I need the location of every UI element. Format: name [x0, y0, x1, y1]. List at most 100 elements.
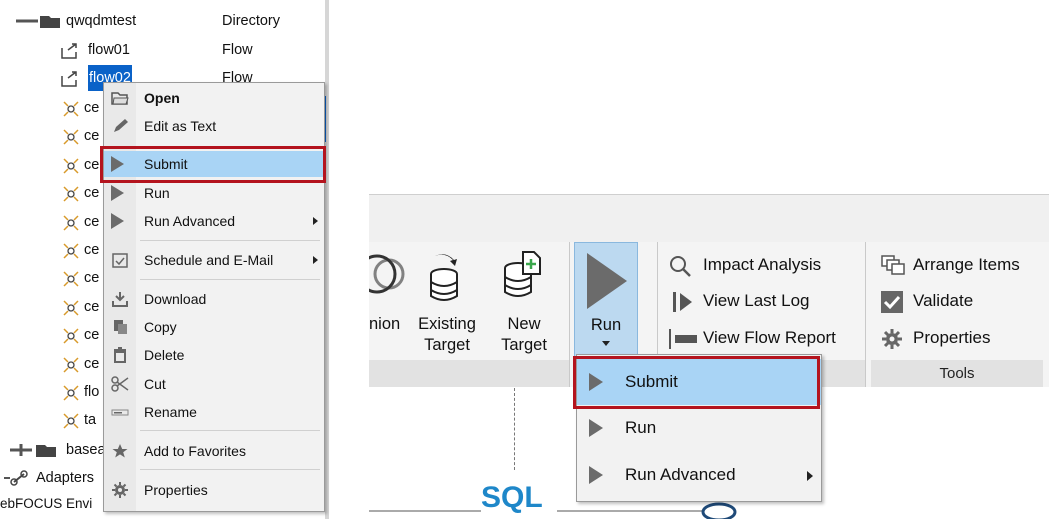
- menu-item-label: Edit as Text: [144, 118, 217, 134]
- existing-target-label: Existing Target: [418, 315, 476, 354]
- properties-label: Properties: [913, 328, 991, 347]
- download-icon: [112, 292, 128, 307]
- explorer-panel: qwqdmtest Directory flow01 Flow flow02 F…: [0, 0, 330, 519]
- menu-item-download[interactable]: Download: [104, 286, 324, 312]
- run-dropdown-button[interactable]: Run: [574, 242, 638, 362]
- menu-item-add-to-favorites[interactable]: Add to Favorites: [104, 438, 324, 464]
- ribbon-tab-strip: [369, 194, 1049, 244]
- submenu-arrow-icon: [807, 471, 813, 481]
- submit-callout-box: [100, 146, 326, 183]
- collapse-folder-icon: [16, 16, 60, 28]
- menu-item-label: Cut: [144, 376, 166, 392]
- pencil-icon: [114, 119, 128, 132]
- tree-label: ce: [84, 128, 100, 144]
- existing-target-button[interactable]: Existing Target: [413, 248, 476, 358]
- menu-item-label: Run Advanced: [144, 213, 236, 229]
- flow-editor-panel: nion Existing Target New Target Run Impa…: [369, 194, 1049, 519]
- play-icon: [111, 213, 129, 229]
- component-icon: [63, 186, 79, 202]
- copy-icon: [114, 320, 127, 334]
- tree-label: ce: [84, 100, 100, 116]
- menu-item-run-advanced[interactable]: Run Advanced: [104, 208, 324, 234]
- component-icon: [63, 271, 79, 287]
- expand-folder-icon: [10, 444, 56, 457]
- connector-line: [369, 510, 481, 512]
- run-menu-item-run-advanced[interactable]: Run Advanced: [577, 452, 821, 498]
- tree-label: flo: [84, 384, 100, 400]
- menu-separator: [140, 469, 320, 470]
- gear-icon: [112, 482, 128, 498]
- connector-line: [557, 510, 707, 512]
- trash-icon: [114, 347, 126, 363]
- menu-item-label: Copy: [144, 319, 177, 335]
- tree-row-adapters[interactable]: Adapters: [4, 465, 104, 491]
- menu-item-label: Delete: [144, 347, 185, 363]
- tree-label: ebFOCUS Envi: [0, 496, 93, 511]
- component-icon: [63, 300, 79, 316]
- submenu-arrow-icon: [313, 256, 318, 264]
- tree-label: ce: [84, 185, 100, 201]
- menu-item-label: Download: [144, 291, 207, 307]
- menu-item-rename[interactable]: Rename: [104, 399, 324, 425]
- menu-item-label: Properties: [144, 482, 208, 498]
- tree-row-basea[interactable]: basea: [10, 437, 110, 463]
- rename-icon: [111, 409, 129, 416]
- tree-label: basea: [66, 442, 106, 458]
- tree-label: ce: [84, 299, 100, 315]
- existing-target-icon: [430, 254, 458, 301]
- new-target-button[interactable]: New Target: [493, 248, 555, 358]
- menu-item-label: Rename: [144, 404, 197, 420]
- report-icon: [669, 329, 697, 349]
- ribbon-group-footer: [820, 360, 865, 387]
- tools-group-label: Tools: [871, 360, 1043, 387]
- play-icon: [589, 419, 603, 437]
- run-menu-item-run[interactable]: Run: [577, 405, 821, 451]
- union-icon: [369, 254, 405, 294]
- menu-separator: [140, 279, 320, 280]
- tree-row-webfocus[interactable]: ebFOCUS Envi: [0, 491, 110, 517]
- menu-item-properties[interactable]: Properties: [104, 477, 324, 503]
- component-icon: [63, 328, 79, 344]
- tree-label: ce: [84, 214, 100, 230]
- validate-label: Validate: [913, 291, 974, 310]
- gear-icon: [882, 329, 902, 349]
- new-target-icon: [504, 251, 541, 297]
- folder-open-icon: [111, 92, 129, 105]
- tree-label: qwqdmtest: [66, 13, 137, 29]
- tree-type: Flow: [222, 42, 253, 58]
- ribbon-group-separator: [865, 242, 866, 387]
- menu-item-label: Open: [144, 90, 180, 106]
- impact-analysis-label: Impact Analysis: [703, 255, 822, 274]
- menu-item-edit-as-text[interactable]: Edit as Text: [104, 113, 324, 139]
- tree-row-flow01[interactable]: flow01 Flow: [60, 37, 326, 63]
- component-icon: [63, 385, 79, 401]
- menu-separator: [140, 430, 320, 431]
- tree-label: ce: [84, 157, 100, 173]
- menu-item-copy[interactable]: Copy: [104, 314, 324, 340]
- menu-item-open[interactable]: Open: [104, 85, 324, 111]
- arrange-icon: [881, 255, 905, 275]
- connector-dashed-line: [514, 388, 515, 470]
- submenu-arrow-icon: [313, 217, 318, 225]
- component-icon: [63, 357, 79, 373]
- menu-item-cut[interactable]: Cut: [104, 371, 324, 397]
- play-icon: [111, 185, 129, 201]
- submit-callout-box: [573, 356, 820, 409]
- tree-type: Directory: [222, 13, 281, 29]
- component-icon: [63, 129, 79, 145]
- sql-node-label[interactable]: SQL: [481, 481, 543, 515]
- ribbon-group-separator: [569, 242, 570, 387]
- run-menu-item-label: Run: [625, 418, 657, 437]
- calendar-icon: [112, 253, 128, 268]
- union-button-label[interactable]: nion: [369, 314, 409, 335]
- menu-item-delete[interactable]: Delete: [104, 342, 324, 368]
- tree-row-qwqdmtest[interactable]: qwqdmtest Directory: [16, 8, 326, 34]
- checkbox-check-icon: [881, 291, 903, 313]
- flow-icon: [61, 71, 77, 87]
- menu-item-schedule[interactable]: Schedule and E-Mail: [104, 247, 324, 273]
- menu-separator: [140, 240, 320, 241]
- component-icon: [63, 413, 79, 429]
- menu-item-run[interactable]: Run: [104, 180, 324, 206]
- component-icon: [63, 215, 79, 231]
- flow-icon: [61, 43, 77, 59]
